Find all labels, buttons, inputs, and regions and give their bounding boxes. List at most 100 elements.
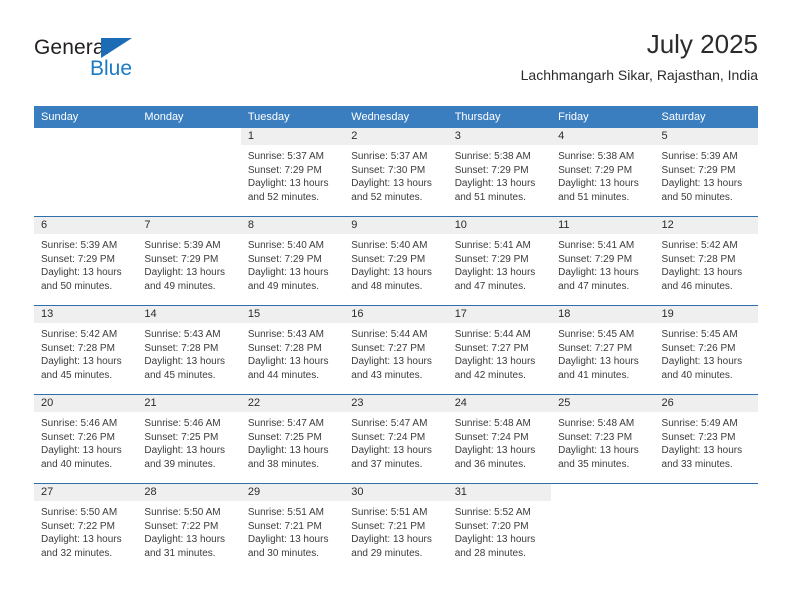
daylight-text-line2: and 33 minutes. [661, 458, 733, 470]
day-cell-inner: 28 Sunrise: 5:50 AM Sunset: 7:22 PM Dayligh… [137, 484, 241, 572]
sunset-text: Sunset: 7:28 PM [41, 342, 115, 354]
calendar-day-cell[interactable]: 19 Sunrise: 5:45 AM Sunset: 7:26 PM Dayligh… [654, 305, 758, 395]
day-number: 8 [240, 217, 345, 234]
calendar-day-cell[interactable]: 23 Sunrise: 5:47 AM Sunset: 7:24 PM Dayligh… [344, 394, 448, 484]
weekday-header-cell-sunday: Sunday [34, 106, 138, 128]
calendar-day-cell[interactable]: 17 Sunrise: 5:44 AM Sunset: 7:27 PM Dayligh… [447, 305, 552, 395]
daylight-text-line2: and 47 minutes. [454, 280, 526, 292]
calendar-day-cell[interactable]: 15 Sunrise: 5:43 AM Sunset: 7:28 PM Dayligh… [240, 305, 345, 395]
day-cell-inner: 8 Sunrise: 5:40 AM Sunset: 7:29 PM Daylight… [240, 217, 345, 305]
sunset-text: Sunset: 7:29 PM [41, 253, 115, 265]
calendar-day-cell[interactable]: 5 Sunrise: 5:39 AM Sunset: 7:29 PM Daylight… [654, 128, 758, 217]
sunset-text: Sunset: 7:29 PM [247, 253, 322, 265]
daylight-text-line2: and 42 minutes. [454, 369, 526, 381]
weekday-header: Sunday Monday Tuesday Wednesday Thursday Frid… [34, 106, 758, 128]
day-number: 14 [137, 306, 241, 323]
sunrise-text: Sunrise: 5:44 AM [454, 329, 531, 340]
calendar-day-cell[interactable]: 2 Sunrise: 5:37 AM Sunset: 7:30 PM Daylight… [344, 128, 448, 217]
day-details: Sunrise: 5:49 AM Sunset: 7:23 PM Daylight:… [655, 412, 758, 471]
day-details: Sunrise: 5:43 AM Sunset: 7:28 PM Daylight:… [137, 323, 240, 382]
calendar-day-cell[interactable]: 24 Sunrise: 5:48 AM Sunset: 7:24 PM Dayligh… [447, 394, 552, 484]
day-number: 4 [551, 128, 655, 145]
daylight-text-line2: and 38 minutes. [247, 458, 320, 470]
calendar-day-cell[interactable]: 11 Sunrise: 5:41 AM Sunset: 7:29 PM Dayligh… [551, 216, 655, 306]
calendar-day-cell[interactable]: 4 Sunrise: 5:38 AM Sunset: 7:29 PM Daylight… [551, 128, 655, 217]
day-cell-inner: 2 Sunrise: 5:37 AM Sunset: 7:30 PM Daylight… [344, 128, 448, 216]
daylight-text-line2: and 44 minutes. [247, 369, 320, 381]
day-cell-inner: 29 Sunrise: 5:51 AM Sunset: 7:21 PM Dayligh… [240, 484, 345, 572]
daylight-text-line1: Daylight: 13 hours [454, 178, 536, 189]
sunrise-text: Sunrise: 5:43 AM [247, 329, 324, 340]
calendar-day-cell[interactable]: 3 Sunrise: 5:38 AM Sunset: 7:29 PM Daylight… [447, 128, 552, 217]
calendar-day-cell[interactable]: 26 Sunrise: 5:49 AM Sunset: 7:23 PM Dayligh… [654, 394, 758, 484]
day-cell-inner: 18 Sunrise: 5:45 AM Sunset: 7:27 PM Dayligh… [551, 306, 655, 394]
calendar-day-cell[interactable]: 27 Sunrise: 5:50 AM Sunset: 7:22 PM Dayligh… [34, 483, 138, 572]
calendar-day-cell[interactable]: 20 Sunrise: 5:46 AM Sunset: 7:26 PM Dayligh… [34, 394, 138, 484]
calendar-page: General Blue July 2025 Lachhmangarh Sika… [0, 0, 792, 612]
calendar-day-cell[interactable]: 16 Sunrise: 5:44 AM Sunset: 7:27 PM Dayligh… [344, 305, 448, 395]
calendar-day-cell[interactable]: 30 Sunrise: 5:51 AM Sunset: 7:21 PM Dayligh… [344, 483, 448, 572]
daylight-text-line2: and 46 minutes. [661, 280, 733, 292]
calendar-day-cell[interactable]: 18 Sunrise: 5:45 AM Sunset: 7:27 PM Dayligh… [551, 305, 655, 395]
daylight-text-line2: and 50 minutes. [661, 191, 733, 203]
day-number: 22 [240, 395, 345, 412]
sunset-text: Sunset: 7:25 PM [247, 431, 322, 443]
day-number: 16 [344, 306, 448, 323]
day-details: Sunrise: 5:45 AM Sunset: 7:27 PM Daylight:… [551, 323, 654, 382]
sunrise-text: Sunrise: 5:41 AM [558, 240, 635, 251]
sunrise-text: Sunrise: 5:51 AM [351, 507, 428, 518]
day-details: Sunrise: 5:39 AM Sunset: 7:29 PM Daylight:… [655, 145, 758, 204]
day-details: Sunrise: 5:51 AM Sunset: 7:21 PM Daylight:… [344, 501, 447, 560]
sunrise-text: Sunrise: 5:42 AM [41, 329, 118, 340]
sunrise-text: Sunrise: 5:42 AM [661, 240, 738, 251]
daylight-text-line1: Daylight: 13 hours [454, 356, 536, 367]
calendar-day-cell[interactable]: 9 Sunrise: 5:40 AM Sunset: 7:29 PM Daylight… [344, 216, 448, 306]
daylight-text-line2: and 29 minutes. [351, 547, 423, 559]
calendar-day-cell[interactable]: 10 Sunrise: 5:41 AM Sunset: 7:29 PM Dayligh… [447, 216, 552, 306]
day-cell-inner: 27 Sunrise: 5:50 AM Sunset: 7:22 PM Dayligh… [34, 484, 138, 572]
day-number [551, 484, 654, 501]
daylight-text-line1: Daylight: 13 hours [247, 267, 329, 278]
day-cell-inner: 25 Sunrise: 5:48 AM Sunset: 7:23 PM Dayligh… [551, 395, 655, 483]
daylight-text-line2: and 30 minutes. [247, 547, 320, 559]
page-subtitle: Lachhmangarh Sikar, Rajasthan, India [520, 67, 758, 83]
day-number: 7 [137, 217, 241, 234]
calendar-day-cell[interactable]: 25 Sunrise: 5:48 AM Sunset: 7:23 PM Dayligh… [551, 394, 655, 484]
day-number: 15 [240, 306, 345, 323]
sunset-text: Sunset: 7:29 PM [661, 164, 736, 176]
calendar-day-cell[interactable]: 29 Sunrise: 5:51 AM Sunset: 7:21 PM Dayligh… [240, 483, 345, 572]
day-cell-inner: 30 Sunrise: 5:51 AM Sunset: 7:21 PM Dayligh… [344, 484, 448, 572]
calendar-day-cell[interactable]: 31 Sunrise: 5:52 AM Sunset: 7:20 PM Dayligh… [447, 483, 552, 572]
sunset-text: Sunset: 7:29 PM [247, 164, 322, 176]
day-details: Sunrise: 5:41 AM Sunset: 7:29 PM Daylight:… [551, 234, 654, 293]
calendar-day-cell[interactable]: 6 Sunrise: 5:39 AM Sunset: 7:29 PM Daylight… [34, 216, 138, 306]
calendar-day-cell[interactable]: 14 Sunrise: 5:43 AM Sunset: 7:28 PM Dayligh… [137, 305, 241, 395]
sunrise-text: Sunrise: 5:52 AM [454, 507, 531, 518]
daylight-text-line2: and 47 minutes. [558, 280, 630, 292]
calendar-day-cell[interactable]: 13 Sunrise: 5:42 AM Sunset: 7:28 PM Dayligh… [34, 305, 138, 395]
calendar-day-cell[interactable]: 28 Sunrise: 5:50 AM Sunset: 7:22 PM Dayligh… [137, 483, 241, 572]
sunrise-text: Sunrise: 5:48 AM [558, 418, 635, 429]
calendar-day-cell[interactable]: 7 Sunrise: 5:39 AM Sunset: 7:29 PM Daylight… [137, 216, 241, 306]
calendar-day-cell[interactable]: 12 Sunrise: 5:42 AM Sunset: 7:28 PM Dayligh… [654, 216, 758, 306]
daylight-text-line1: Daylight: 13 hours [558, 445, 639, 456]
sunrise-text: Sunrise: 5:39 AM [661, 151, 738, 162]
day-cell-inner: 9 Sunrise: 5:40 AM Sunset: 7:29 PM Daylight… [344, 217, 448, 305]
calendar-day-cell[interactable]: 22 Sunrise: 5:47 AM Sunset: 7:25 PM Dayligh… [240, 394, 345, 484]
calendar-day-cell[interactable]: 8 Sunrise: 5:40 AM Sunset: 7:29 PM Daylight… [240, 216, 345, 306]
day-cell-inner: 12 Sunrise: 5:42 AM Sunset: 7:28 PM Dayligh… [654, 217, 758, 305]
calendar-day-cell[interactable]: 21 Sunrise: 5:46 AM Sunset: 7:25 PM Dayligh… [137, 394, 241, 484]
general-blue-logo[interactable]: General Blue [34, 36, 214, 88]
day-number: 12 [654, 217, 758, 234]
daylight-text-line1: Daylight: 13 hours [247, 356, 329, 367]
day-details: Sunrise: 5:48 AM Sunset: 7:23 PM Daylight:… [551, 412, 654, 471]
weekday-header-cell-monday: Monday [137, 106, 241, 128]
day-details: Sunrise: 5:48 AM Sunset: 7:24 PM Daylight:… [448, 412, 551, 471]
day-number: 23 [344, 395, 448, 412]
day-details: Sunrise: 5:47 AM Sunset: 7:24 PM Daylight:… [344, 412, 447, 471]
day-cell-inner [34, 128, 137, 216]
calendar-day-cell[interactable]: 1 Sunrise: 5:37 AM Sunset: 7:29 PM Daylight… [240, 128, 345, 217]
day-number: 20 [34, 395, 138, 412]
day-number: 11 [551, 217, 655, 234]
calendar-table: Sunday Monday Tuesday Wednesday Thursday Frid… [34, 106, 758, 572]
